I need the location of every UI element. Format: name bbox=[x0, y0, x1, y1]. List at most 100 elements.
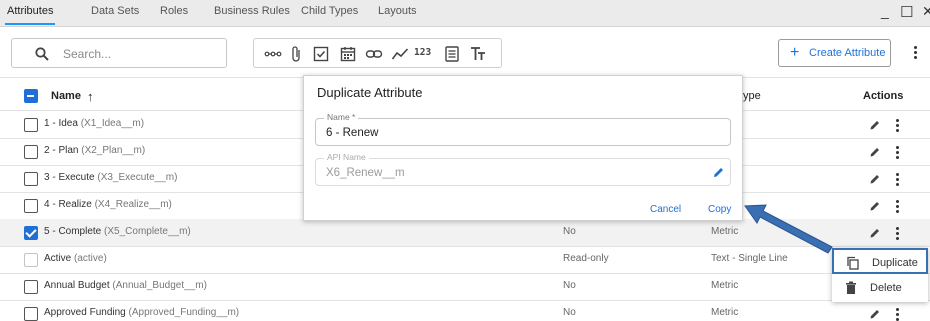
attribute-name: Approved Funding (Approved_Funding__m) bbox=[44, 307, 239, 318]
row-actions-menu: Duplicate Delete bbox=[832, 248, 928, 302]
attachment-icon[interactable] bbox=[288, 45, 306, 63]
create-attribute-button[interactable]: + Create Attribute bbox=[778, 39, 891, 67]
tab-layouts[interactable]: Layouts bbox=[378, 5, 417, 17]
attribute-name: 3 - Execute (X3_Execute__m) bbox=[44, 172, 177, 183]
row-checkbox[interactable] bbox=[24, 280, 38, 294]
attribute-type-filter-bar: 123 bbox=[253, 38, 502, 68]
copy-icon bbox=[847, 256, 859, 270]
date-icon[interactable] bbox=[339, 45, 357, 63]
required-cell: No bbox=[563, 280, 576, 291]
attribute-name: 4 - Realize (X4_Realize__m) bbox=[44, 199, 172, 210]
edit-icon[interactable] bbox=[869, 146, 881, 158]
type-cell: Metric bbox=[711, 226, 739, 237]
maximize-button[interactable]: ☐ bbox=[900, 3, 913, 21]
checkbox-icon[interactable] bbox=[312, 45, 330, 63]
attribute-name: 5 - Complete (X5_Complete__m) bbox=[44, 226, 191, 237]
row-checkbox bbox=[24, 253, 38, 267]
edit-icon[interactable] bbox=[869, 227, 881, 239]
required-cell: No bbox=[563, 307, 576, 318]
duplicate-attribute-dialog: Duplicate Attribute Name * 6 - Renew API… bbox=[303, 75, 743, 221]
minimize-button[interactable]: _ bbox=[881, 3, 889, 19]
attribute-api-name: (X3_Execute__m) bbox=[97, 172, 178, 183]
row-actions-icon[interactable] bbox=[895, 119, 901, 134]
attribute-name: 1 - Idea (X1_Idea__m) bbox=[44, 118, 144, 129]
attribute-api-name: (X2_Plan__m) bbox=[81, 145, 146, 156]
name-field-value: 6 - Renew bbox=[326, 127, 379, 139]
form-icon[interactable] bbox=[443, 45, 461, 63]
attribute-api-name: (X4_Realize__m) bbox=[94, 199, 172, 210]
row-checkbox[interactable] bbox=[24, 226, 38, 240]
duplicate-menu-item[interactable]: Duplicate bbox=[832, 248, 928, 274]
attribute-label: 2 - Plan bbox=[44, 145, 79, 156]
attribute-label: Annual Budget bbox=[44, 280, 110, 291]
sequence-icon[interactable] bbox=[264, 45, 282, 63]
copy-button[interactable]: Copy bbox=[708, 204, 731, 215]
edit-api-name-icon[interactable] bbox=[712, 166, 725, 179]
attribute-api-name: (X1_Idea__m) bbox=[80, 118, 145, 129]
name-field[interactable]: Name * 6 - Renew bbox=[315, 112, 731, 146]
attribute-api-name: (active) bbox=[74, 253, 107, 264]
trend-icon[interactable] bbox=[391, 45, 409, 63]
search-icon bbox=[35, 47, 49, 61]
edit-icon[interactable] bbox=[869, 308, 881, 320]
required-cell: No bbox=[563, 226, 576, 237]
attribute-label: 3 - Execute bbox=[44, 172, 95, 183]
duplicate-label: Duplicate bbox=[872, 257, 918, 269]
table-row[interactable]: Annual Budget (Annual_Budget__m) No Metric bbox=[0, 273, 930, 300]
api-name-field-label: API Name bbox=[324, 152, 369, 162]
column-header-name[interactable]: Name bbox=[51, 90, 81, 102]
api-name-field-value: X6_Renew__m bbox=[326, 167, 405, 179]
select-all-checkbox[interactable] bbox=[24, 89, 38, 103]
row-actions-icon[interactable] bbox=[895, 227, 901, 242]
attribute-name: Annual Budget (Annual_Budget__m) bbox=[44, 280, 207, 291]
create-attribute-label: Create Attribute bbox=[809, 47, 886, 59]
type-cell: Metric bbox=[711, 280, 739, 291]
row-actions-icon[interactable] bbox=[895, 200, 901, 215]
attribute-name: 2 - Plan (X2_Plan__m) bbox=[44, 145, 145, 156]
trash-icon bbox=[846, 281, 856, 294]
dialog-title: Duplicate Attribute bbox=[317, 85, 423, 100]
type-cell: Metric bbox=[711, 307, 739, 318]
attribute-api-name: (X5_Complete__m) bbox=[104, 226, 191, 237]
attribute-api-name: (Annual_Budget__m) bbox=[112, 280, 207, 291]
edit-icon[interactable] bbox=[869, 173, 881, 185]
row-checkbox[interactable] bbox=[24, 199, 38, 213]
tab-attributes[interactable]: Attributes bbox=[4, 5, 56, 25]
link-icon[interactable] bbox=[365, 45, 383, 63]
required-cell: Read-only bbox=[563, 253, 609, 264]
text-format-icon[interactable] bbox=[469, 45, 487, 63]
edit-icon[interactable] bbox=[869, 200, 881, 212]
attribute-label: 4 - Realize bbox=[44, 199, 92, 210]
attribute-label: Active bbox=[44, 253, 72, 264]
delete-menu-item[interactable]: Delete bbox=[832, 275, 928, 301]
sort-ascending-icon[interactable]: ↑ bbox=[87, 89, 94, 104]
attribute-label: Approved Funding bbox=[44, 307, 126, 318]
search-input[interactable]: Search... bbox=[11, 38, 227, 68]
close-button[interactable]: ✕ bbox=[922, 3, 930, 20]
attribute-label: 1 - Idea bbox=[44, 118, 78, 129]
row-actions-icon[interactable] bbox=[895, 308, 901, 321]
plus-icon: + bbox=[790, 44, 800, 61]
annotation-arrow bbox=[744, 204, 833, 254]
tab-data-sets[interactable]: Data Sets bbox=[91, 5, 139, 17]
table-row[interactable]: Approved Funding (Approved_Funding__m) No… bbox=[0, 300, 930, 321]
row-actions-icon[interactable] bbox=[895, 173, 901, 188]
row-checkbox[interactable] bbox=[24, 307, 38, 321]
row-actions-icon[interactable] bbox=[895, 146, 901, 161]
tab-roles[interactable]: Roles bbox=[160, 5, 188, 17]
row-checkbox[interactable] bbox=[24, 172, 38, 186]
tab-child-types[interactable]: Child Types bbox=[301, 5, 358, 17]
more-options-icon[interactable] bbox=[913, 46, 919, 61]
attribute-api-name: (Approved_Funding__m) bbox=[128, 307, 240, 318]
cancel-button[interactable]: Cancel bbox=[650, 204, 681, 215]
attribute-name: Active (active) bbox=[44, 253, 107, 264]
row-checkbox[interactable] bbox=[24, 118, 38, 132]
column-header-actions: Actions bbox=[863, 90, 904, 102]
number-icon[interactable]: 123 bbox=[414, 47, 436, 65]
search-placeholder: Search... bbox=[63, 47, 112, 61]
tab-business-rules[interactable]: Business Rules bbox=[214, 5, 290, 17]
edit-icon[interactable] bbox=[869, 119, 881, 131]
delete-label: Delete bbox=[870, 282, 902, 294]
column-header-type: ype bbox=[743, 90, 761, 102]
row-checkbox[interactable] bbox=[24, 145, 38, 159]
